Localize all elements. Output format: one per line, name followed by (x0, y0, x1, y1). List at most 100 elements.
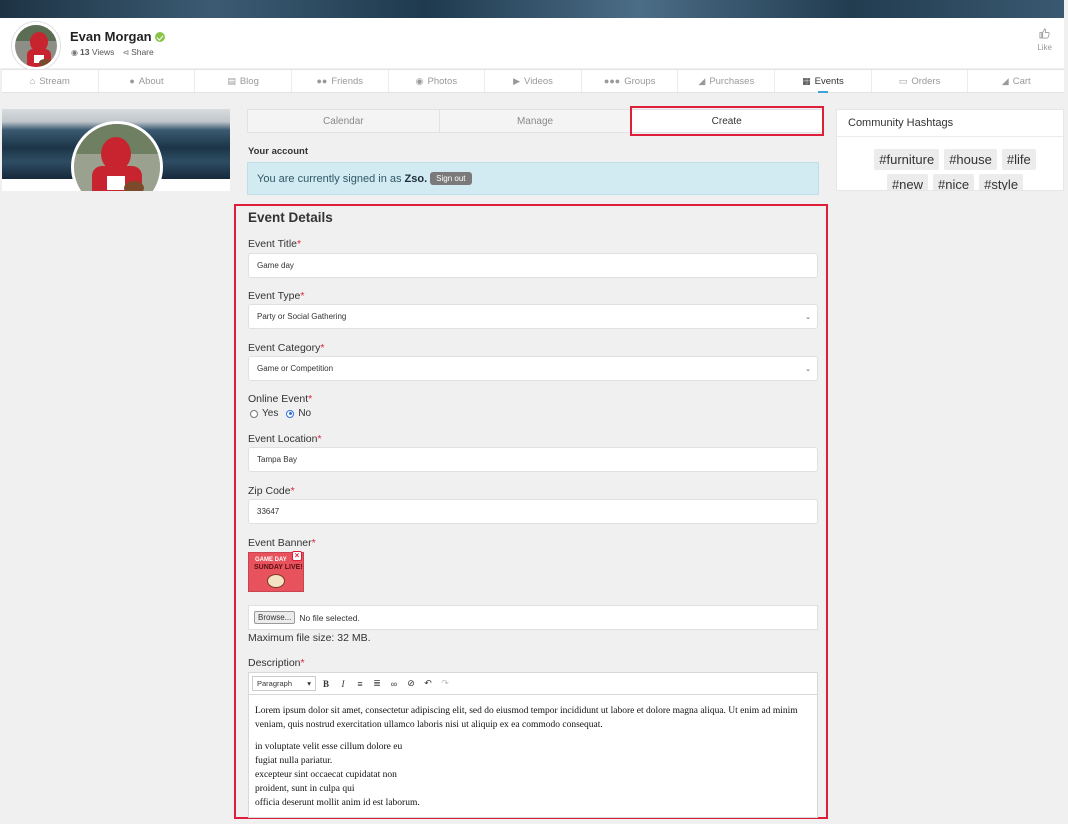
like-label: Like (1037, 43, 1052, 52)
like-button[interactable]: Like (1037, 28, 1052, 52)
bold-icon[interactable]: B (319, 677, 333, 691)
tab-create[interactable]: Create (631, 110, 823, 132)
nav-label: Purchases (709, 75, 755, 87)
required-mark: * (320, 342, 325, 354)
hashtag-item[interactable]: #house (944, 149, 997, 170)
nav-label: Orders (911, 75, 941, 87)
nav-label: Stream (39, 75, 70, 87)
event-location-input[interactable]: Tampa Bay (248, 447, 818, 472)
nav-item-events[interactable]: ▦ Events (775, 70, 872, 93)
online-event-radios: Yes No (250, 408, 311, 419)
views-count: 13 (79, 47, 90, 57)
nav-item-friends[interactable]: ●● Friends (292, 70, 389, 92)
remove-banner-icon[interactable]: × (292, 551, 302, 561)
nav-label: About (138, 75, 164, 87)
groups-icon: ●●● (603, 76, 621, 86)
event-details-title: Event Details (248, 210, 333, 225)
tab-manage[interactable]: Manage (440, 110, 632, 132)
nav-item-groups[interactable]: ●●● Groups (582, 70, 679, 92)
max-file-size-note: Maximum file size: 32 MB. (248, 632, 371, 644)
profile-nav: ⌂ Stream ● About ▤ Blog ●● Friends ◉ Photos ▶… (2, 69, 1064, 93)
online-event-yes-radio[interactable] (250, 409, 258, 418)
editor-line: fugiat nulla pariatur. (255, 756, 333, 766)
editor-toolbar: Paragraph ▾ B I ≡ ≣ ∞ ⊘ ↶ ↷ (249, 673, 817, 695)
share-icon: ⊲ (122, 48, 130, 57)
event-category-select[interactable]: Game or Competition ⌄ (248, 356, 818, 381)
editor-content[interactable]: Lorem ipsum dolor sit amet, consectetur … (249, 695, 817, 819)
file-status: No file selected. (299, 612, 360, 623)
description-editor: Paragraph ▾ B I ≡ ≣ ∞ ⊘ ↶ ↷ Lorem ipsum d… (248, 672, 818, 818)
description-label: Description* (248, 657, 305, 669)
nav-item-purchases[interactable]: ◢ Purchases (678, 70, 776, 92)
credit-card-icon: ▭ (898, 75, 908, 86)
redo-icon[interactable]: ↷ (438, 677, 452, 691)
hashtag-list: #furniture #house #life #new #nice #styl… (855, 149, 1055, 190)
nav-item-cart[interactable]: ◢ Cart (968, 70, 1064, 92)
editor-line: in voluptate velit esse cillum dolore eu (255, 742, 403, 752)
editor-line: excepteur sint occaecat cupidatat non (255, 770, 397, 780)
nav-item-orders[interactable]: ▭ Orders (872, 70, 969, 92)
nav-label: Cart (1012, 75, 1031, 87)
banner-thumb-line2: SUNDAY LIVE! (254, 564, 303, 571)
format-value: Paragraph (257, 679, 293, 688)
label-text: Description (248, 657, 301, 669)
thumbs-up-icon (1037, 28, 1052, 42)
hashtag-item[interactable]: #new (886, 174, 929, 190)
link-icon[interactable]: ∞ (387, 677, 401, 691)
signed-in-username: Zso. (404, 172, 428, 185)
nav-item-blog[interactable]: ▤ Blog (195, 70, 292, 92)
numbered-list-icon[interactable]: ≣ (370, 677, 384, 691)
nav-item-photos[interactable]: ◉ Photos (389, 70, 486, 92)
nav-item-about[interactable]: ● About (99, 70, 196, 92)
profile-meta: ◉ 13 Views ⊲ Share (71, 47, 154, 57)
bullet-list-icon[interactable]: ≡ (353, 677, 367, 691)
label-text: Event Title (248, 238, 298, 250)
hashtag-item[interactable]: #style (979, 174, 1024, 190)
hashtag-item[interactable]: #nice (933, 174, 975, 190)
required-mark: * (290, 485, 295, 497)
zip-code-label: Zip Code* (248, 485, 295, 497)
nav-label: Photos (427, 75, 458, 87)
friends-icon: ●● (316, 76, 328, 86)
online-event-no-radio[interactable] (286, 409, 295, 418)
event-banner-label: Event Banner* (248, 537, 316, 549)
label-text: Zip Code (248, 485, 291, 497)
camera-icon: ◉ (415, 75, 424, 86)
italic-icon[interactable]: I (336, 677, 350, 691)
nav-item-stream[interactable]: ⌂ Stream (2, 70, 99, 92)
account-heading: Your account (248, 146, 308, 157)
undo-icon[interactable]: ↶ (421, 677, 435, 691)
community-hashtags-card: Community Hashtags #furniture #house #li… (836, 109, 1064, 191)
views-label: Views (91, 47, 115, 57)
nav-item-videos[interactable]: ▶ Videos (485, 70, 582, 92)
nav-label: Videos (524, 75, 553, 87)
hashtag-item[interactable]: #furniture (874, 149, 940, 170)
radio-label-no: No (298, 408, 312, 419)
share-button[interactable]: ⊲ Share (122, 47, 153, 57)
required-mark: * (300, 657, 305, 669)
video-icon: ▶ (513, 75, 521, 86)
caret-down-icon: ▾ (307, 679, 311, 688)
banner-thumb-line1: GAME DAY (255, 557, 287, 563)
paragraph-format-select[interactable]: Paragraph ▾ (252, 676, 316, 691)
nav-label: Events (814, 75, 844, 87)
event-type-select[interactable]: Party or Social Gathering ⌄ (248, 304, 818, 329)
views-counter: ◉ 13 Views (71, 47, 114, 57)
divider (837, 136, 1063, 137)
event-type-label: Event Type* (248, 290, 304, 302)
user-icon: ● (129, 76, 135, 86)
required-mark: * (308, 393, 313, 405)
sign-out-button[interactable]: Sign out (430, 172, 472, 185)
profile-name[interactable]: Evan Morgan (70, 29, 165, 44)
browse-button[interactable]: Browse... (254, 611, 296, 624)
verified-badge-icon (154, 32, 165, 42)
zip-code-input[interactable]: 33647 (248, 499, 818, 524)
event-title-input[interactable]: Game day (248, 253, 818, 278)
event-category-label: Event Category* (248, 342, 324, 354)
tab-calendar[interactable]: Calendar (248, 110, 440, 132)
hashtag-item[interactable]: #life (1001, 149, 1036, 170)
nav-label: Friends (331, 75, 364, 87)
radio-label-yes: Yes (262, 408, 279, 419)
unlink-icon[interactable]: ⊘ (404, 677, 418, 691)
profile-avatar[interactable] (12, 22, 60, 70)
